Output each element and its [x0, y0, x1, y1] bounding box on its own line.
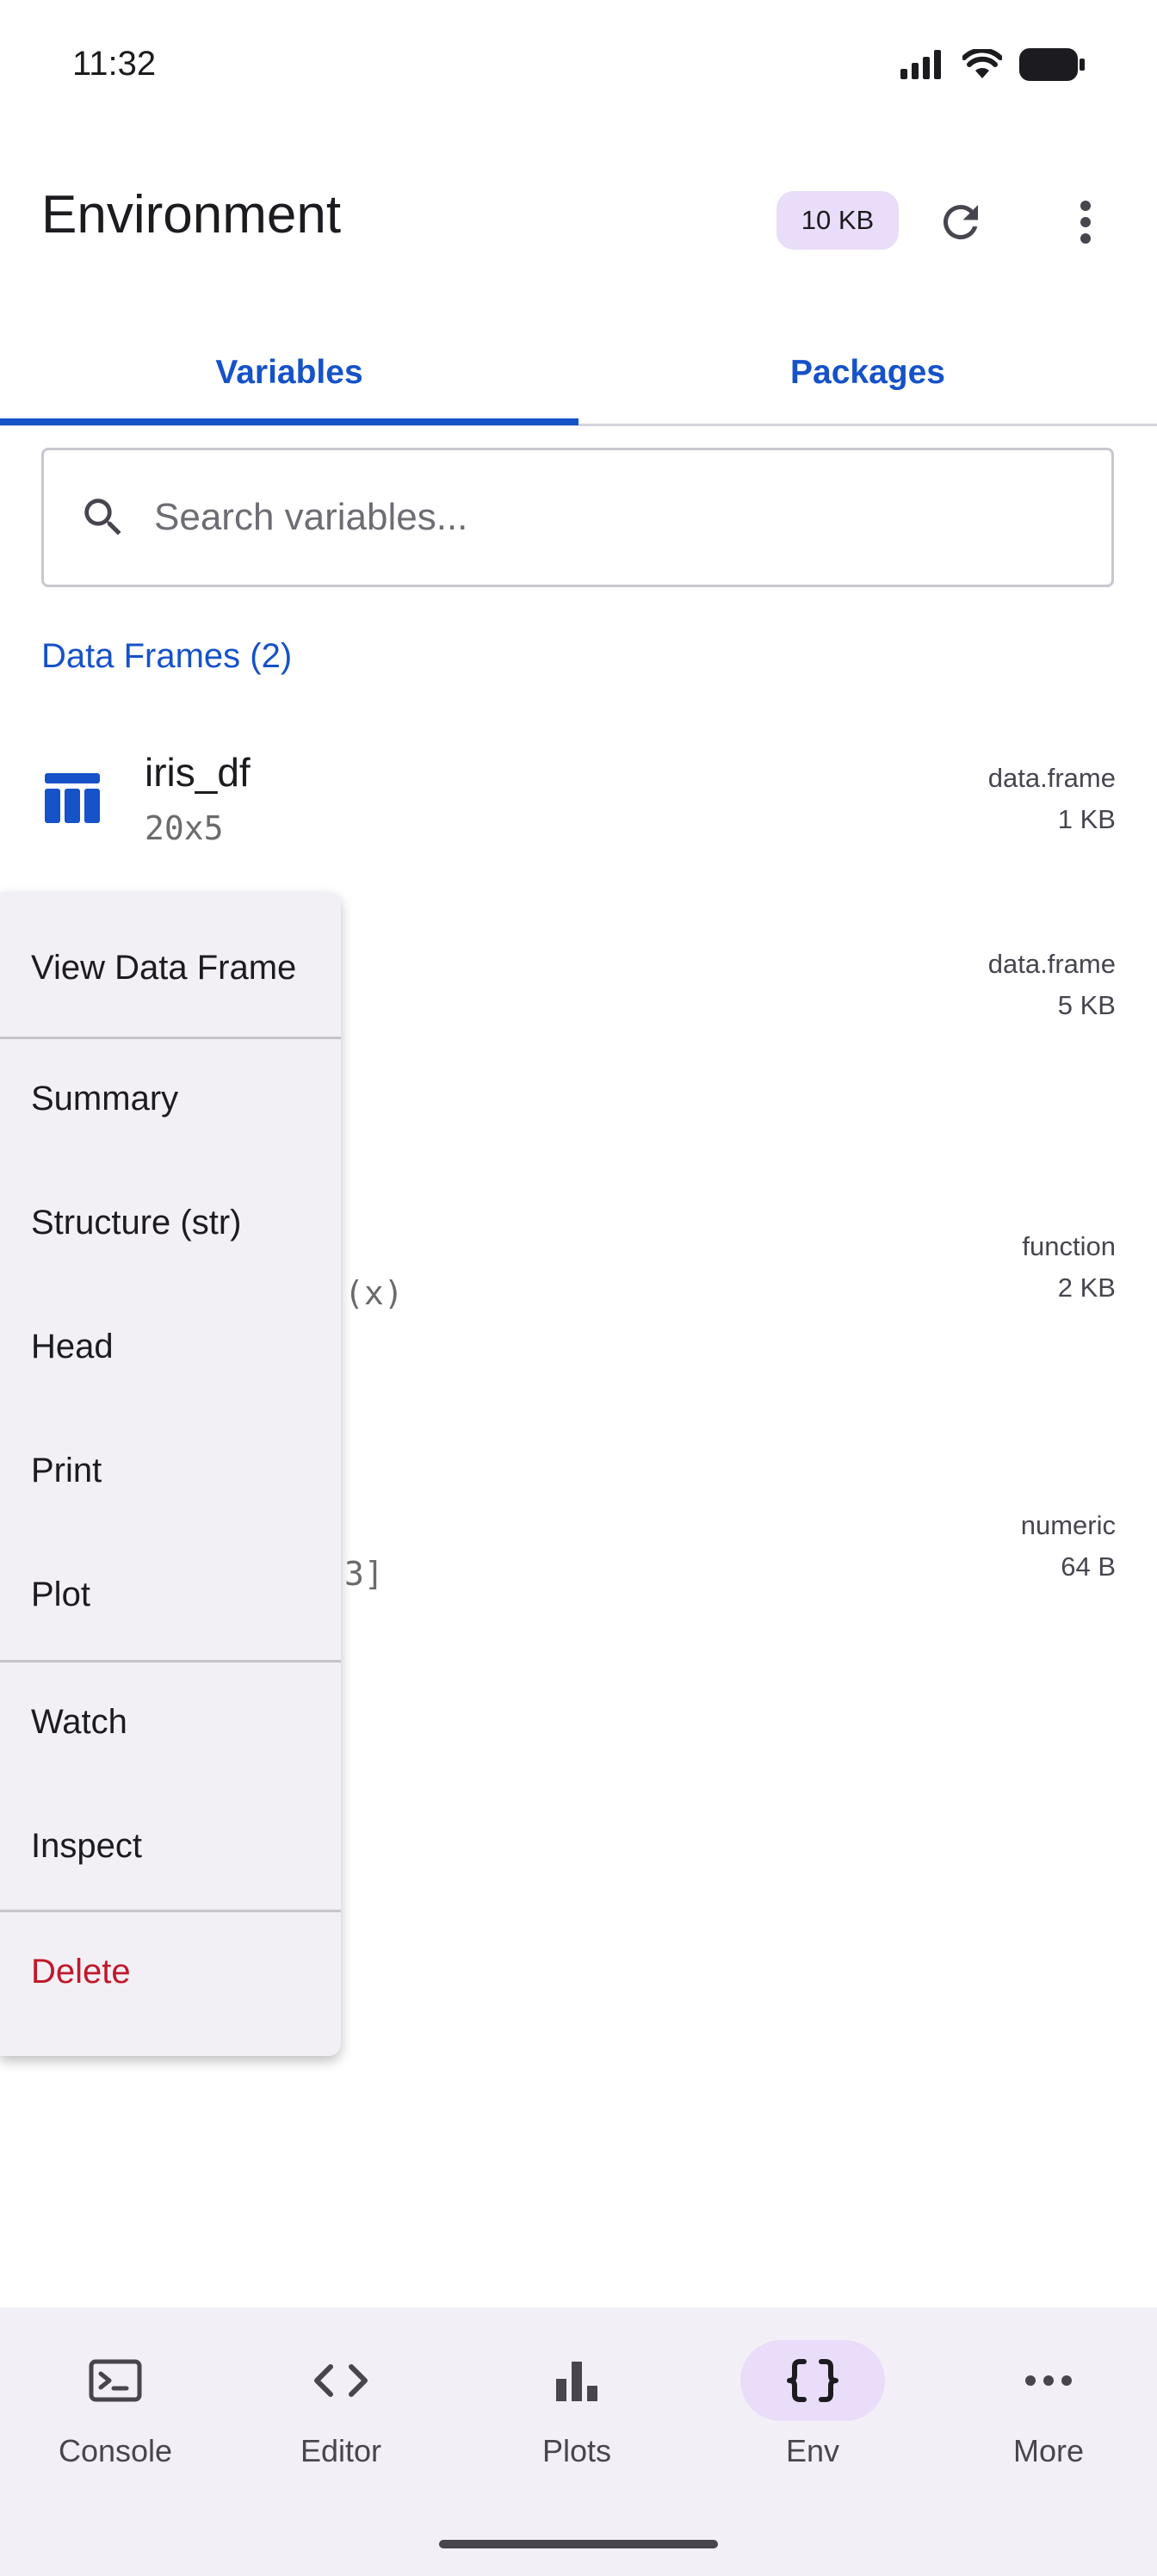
tab-variables[interactable]: Variables — [0, 320, 578, 425]
nav-icon-container — [504, 2340, 649, 2421]
menu-item-structure[interactable]: Structure (str) — [31, 1204, 241, 1242]
refresh-icon — [943, 204, 978, 239]
variable-name: iris_df — [145, 750, 251, 795]
tab-indicator — [0, 418, 578, 425]
nav-label: More — [1012, 2433, 1085, 2468]
home-indicator[interactable] — [439, 2540, 718, 2548]
nav-icon-container — [976, 2340, 1121, 2421]
more-horiz-icon — [1025, 2375, 1072, 2386]
table-icon — [45, 773, 100, 823]
nav-label: Editor — [300, 2433, 382, 2468]
menu-divider — [0, 1037, 341, 1039]
menu-divider — [0, 1910, 341, 1912]
variable-size: 1 KB — [1057, 804, 1116, 834]
nav-label: Console — [58, 2433, 173, 2468]
search-icon — [84, 498, 121, 536]
menu-item-delete[interactable]: Delete — [31, 1953, 131, 1991]
nav-item-more[interactable]: More — [933, 2340, 1157, 2469]
variable-type: data.frame — [987, 949, 1116, 979]
search-input[interactable]: Search variables... — [41, 448, 1114, 587]
menu-item-plot[interactable]: Plot — [31, 1576, 90, 1614]
status-time: 11:32 — [72, 45, 157, 83]
variable-dims: 20x5 — [145, 809, 224, 847]
variable-size: 5 KB — [1057, 990, 1116, 1020]
variable-size: 64 B — [1061, 1551, 1116, 1582]
menu-item-summary[interactable]: Summary — [31, 1080, 178, 1118]
menu-item-print[interactable]: Print — [31, 1452, 102, 1490]
list-item[interactable]: iris_df 20x5 data.frame 1 KB — [0, 723, 1157, 852]
more-vert-icon — [1080, 201, 1091, 244]
nav-icon-container — [43, 2340, 188, 2421]
nav-item-env[interactable]: Env — [697, 2340, 928, 2469]
overflow-menu-button[interactable] — [1055, 191, 1116, 253]
variable-type: function — [1022, 1231, 1116, 1261]
menu-divider — [0, 1660, 341, 1663]
variable-type: data.frame — [987, 763, 1116, 793]
terminal-icon — [89, 2359, 142, 2402]
tab-packages[interactable]: Packages — [578, 320, 1157, 425]
variable-meta: function 2 KB — [1022, 1226, 1116, 1309]
variable-type: numeric — [1020, 1510, 1116, 1540]
variable-meta: numeric 64 B — [1021, 1505, 1116, 1588]
braces-icon — [787, 2359, 838, 2402]
variable-signature: (x) — [344, 1274, 404, 1312]
wifi-icon — [962, 49, 1002, 78]
menu-item-inspect[interactable]: Inspect — [31, 1827, 142, 1866]
nav-item-editor[interactable]: Editor — [226, 2340, 456, 2469]
nav-item-console[interactable]: Console — [0, 2340, 231, 2469]
variable-meta: data.frame 5 KB — [988, 944, 1116, 1026]
variable-size: 2 KB — [1057, 1273, 1116, 1303]
variable-meta: data.frame 1 KB — [988, 758, 1116, 840]
menu-item-view-data-frame[interactable]: View Data Frame — [31, 949, 296, 988]
nav-label: Plots — [541, 2433, 612, 2468]
nav-icon-container — [269, 2340, 413, 2421]
search-placeholder: Search variables... — [154, 496, 468, 538]
nav-icon-container-active — [740, 2340, 885, 2421]
bar-chart-icon — [556, 2362, 597, 2401]
refresh-button[interactable] — [930, 191, 992, 253]
status-icons — [900, 48, 1085, 81]
code-icon — [314, 2364, 368, 2397]
nav-item-plots[interactable]: Plots — [461, 2340, 692, 2469]
signal-icon — [900, 50, 941, 79]
section-header-data-frames[interactable]: Data Frames (2) — [41, 637, 292, 676]
context-menu: View Data Frame Summary Structure (str) … — [0, 892, 341, 2056]
menu-item-watch[interactable]: Watch — [31, 1703, 127, 1742]
menu-item-head[interactable]: Head — [31, 1328, 114, 1366]
variable-value: 3] — [344, 1555, 384, 1593]
page-title: Environment — [41, 185, 342, 245]
nav-label: Env — [785, 2433, 840, 2468]
memory-size-badge[interactable]: 10 KB — [776, 191, 899, 250]
battery-icon — [1019, 48, 1085, 81]
